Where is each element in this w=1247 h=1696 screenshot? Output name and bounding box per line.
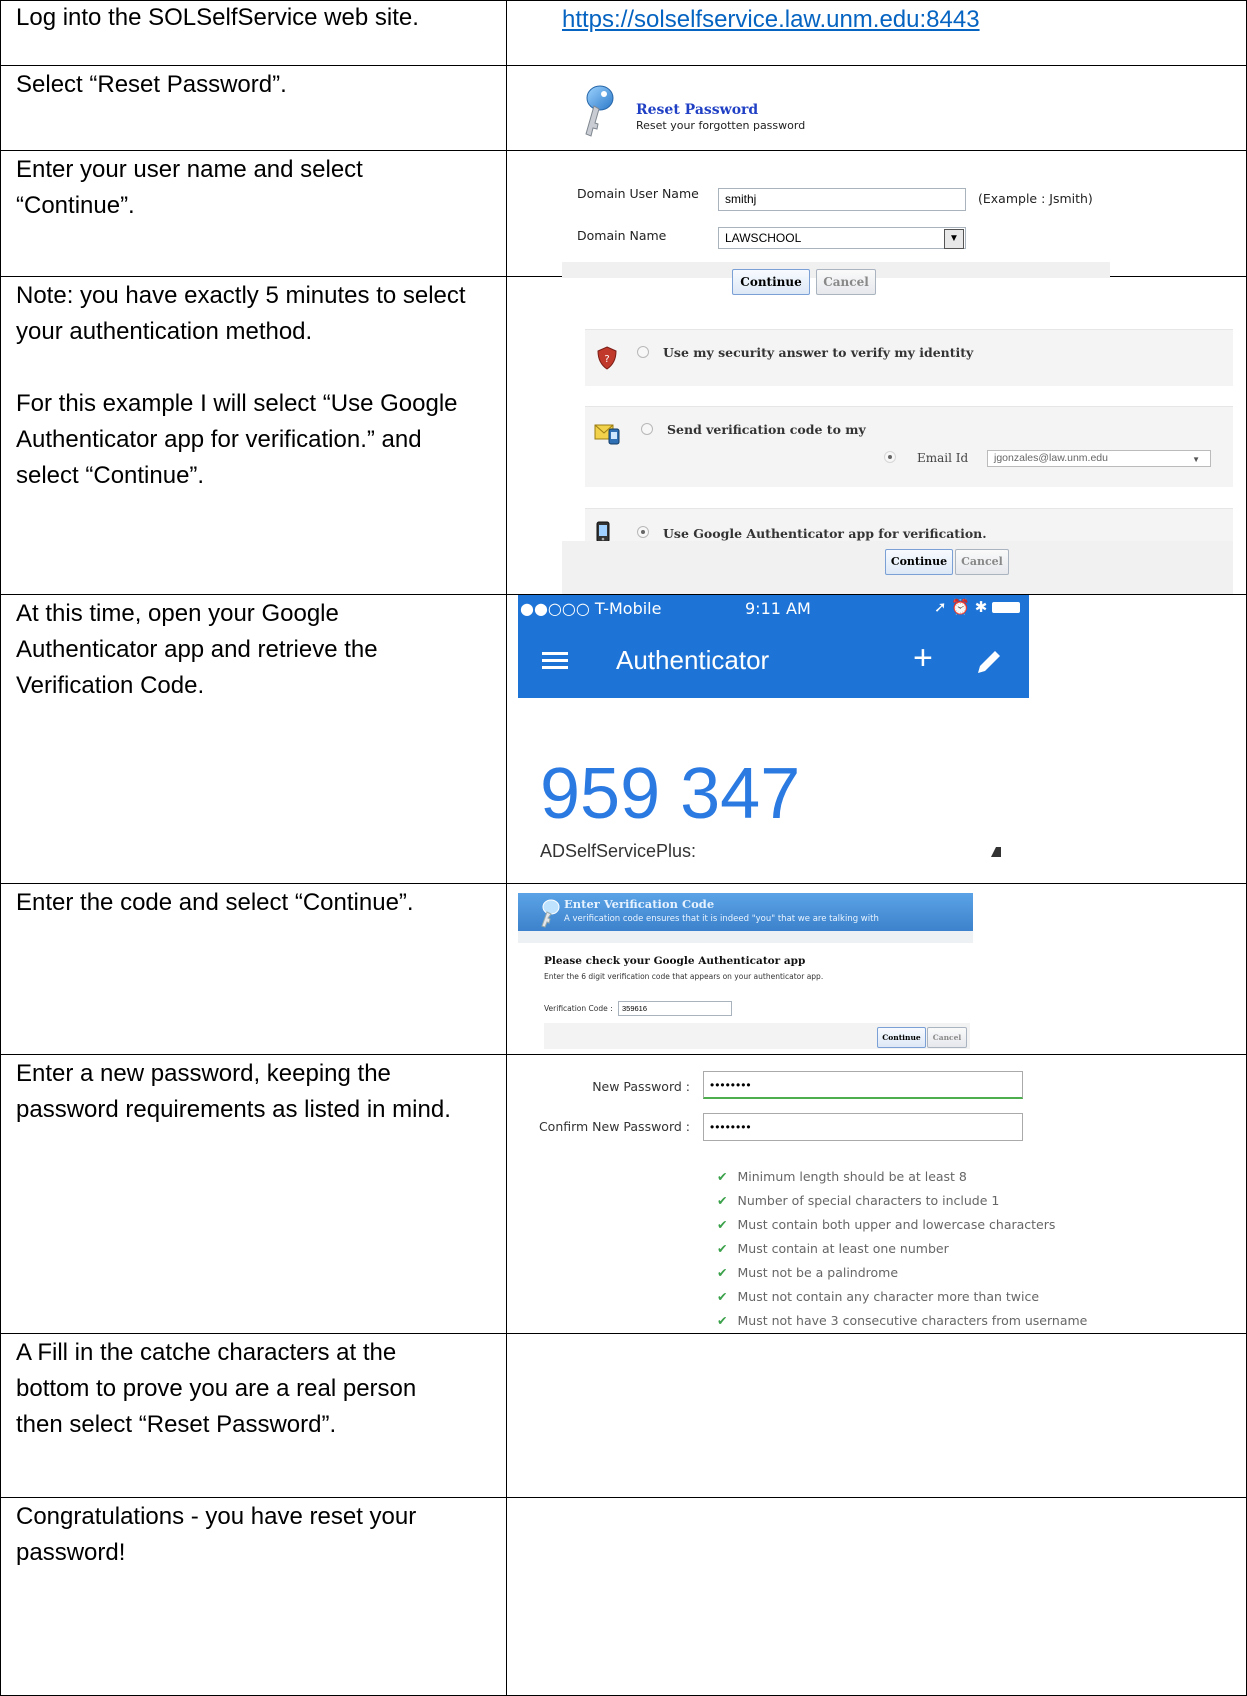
verification-heading: Please check your Google Authenticator a…	[544, 955, 806, 967]
requirement-item: ✔ Must not be a palindrome	[717, 1265, 899, 1280]
auth-option-2-label: Send verification code to my	[667, 422, 866, 437]
carrier-status: ●●○○○ T-Mobile	[520, 599, 662, 618]
requirement-item: ✔ Must not contain any character more tha…	[717, 1289, 1040, 1304]
email-id-value: jgonzales@law.unm.edu	[994, 452, 1108, 464]
step-3-text: Enter your user name and select “Continu…	[16, 156, 363, 219]
verification-code-display: 959 347	[540, 754, 801, 834]
check-icon: ✔	[717, 1193, 728, 1208]
self-service-url-link[interactable]: https://solselfservice.law.unm.edu:8443	[562, 6, 980, 34]
password-requirements-list: ✔ Minimum length should be at least 8 ✔ Nu…	[697, 1161, 1217, 1331]
radio-email-id[interactable]	[884, 451, 896, 463]
step-2-text: Select “Reset Password”.	[16, 71, 287, 98]
battery-icon	[992, 602, 1020, 613]
step-8-text: A Fill in the catche characters at the b…	[16, 1339, 417, 1438]
status-icons: ➚ ⏰ ✱	[934, 598, 988, 616]
new-password-input[interactable]: ••••••••	[703, 1071, 1023, 1099]
username-example: (Example : Jsmith)	[978, 191, 1093, 206]
svg-text:?: ?	[604, 354, 609, 365]
authenticator-phone-screenshot: ●●○○○ T-Mobile 9:11 AM ➚ ⏰ ✱ Authenticat…	[518, 595, 1029, 883]
check-icon: ✔	[717, 1217, 728, 1232]
hamburger-menu-icon[interactable]	[542, 652, 568, 670]
domain-user-name-label: Domain User Name	[577, 186, 699, 201]
requirement-item: ✔ Minimum length should be at least 8	[717, 1169, 967, 1184]
timer-icon	[991, 847, 1001, 857]
radio-send-code[interactable]	[641, 423, 653, 435]
chevron-down-icon: ▼	[1192, 455, 1200, 464]
reset-password-subtitle: Reset your forgotten password	[636, 119, 806, 132]
auth-continue-button[interactable]: Continue	[885, 549, 953, 575]
email-id-select[interactable]: jgonzales@law.unm.edu ▼	[987, 450, 1211, 467]
domain-name-value: LAWSCHOOL	[725, 231, 802, 245]
new-password-label: New Password :	[592, 1079, 690, 1094]
app-bar: ●●○○○ T-Mobile 9:11 AM ➚ ⏰ ✱ Authenticat…	[518, 595, 1029, 698]
check-icon: ✔	[717, 1169, 728, 1184]
reset-password-option[interactable]: Reset Password Reset your forgotten pass…	[580, 84, 980, 146]
verification-header-subtitle: A verification code ensures that it is i…	[564, 914, 879, 924]
edit-pencil-icon[interactable]	[974, 647, 1004, 677]
verification-code-input[interactable]: 359616	[618, 1001, 732, 1016]
requirement-item: ✔ Must not have 3 consecutive characters …	[717, 1313, 1088, 1328]
mobile-phone-icon	[596, 521, 610, 543]
verification-continue-button[interactable]: Continue	[877, 1027, 926, 1048]
verification-form: Enter Verification Code A verification c…	[518, 893, 973, 1050]
step-1-text: Log into the SOLSelfService web site.	[16, 4, 419, 31]
reset-password-title: Reset Password	[636, 102, 759, 118]
requirement-item: ✔ Must contain at least one number	[717, 1241, 949, 1256]
check-icon: ✔	[717, 1313, 728, 1328]
auth-cancel-button[interactable]: Cancel	[955, 549, 1009, 575]
email-phone-icon	[594, 424, 620, 445]
auth-option-send-code[interactable]: Send verification code to my Email Id jg…	[585, 406, 1233, 487]
email-id-label: Email Id	[917, 451, 969, 465]
radio-security-answer[interactable]	[637, 346, 649, 358]
step-9-text: Congratulations - you have reset your pa…	[16, 1503, 417, 1566]
requirement-item: ✔ Number of special characters to include…	[717, 1193, 1000, 1208]
confirm-password-label: Confirm New Password :	[538, 1119, 690, 1134]
chevron-down-icon[interactable]: ▼	[944, 229, 964, 249]
shield-icon: ?	[597, 346, 617, 370]
cancel-button[interactable]: Cancel	[816, 269, 876, 295]
verification-header-title: Enter Verification Code	[564, 897, 715, 911]
domain-name-select[interactable]: LAWSCHOOL ▼	[718, 227, 966, 249]
account-name: ADSelfServicePlus:	[540, 841, 697, 861]
step-4-text: Note: you have exactly 5 minutes to sele…	[16, 282, 466, 489]
auth-option-3-label: Use Google Authenticator app for verific…	[663, 526, 987, 541]
check-icon: ✔	[717, 1241, 728, 1256]
key-icon	[585, 85, 614, 137]
clock-time: 9:11 AM	[745, 599, 811, 618]
table-column-divider	[506, 0, 507, 1696]
verification-header: Enter Verification Code A verification c…	[518, 893, 973, 931]
requirement-item: ✔ Must contain both upper and lowercase c…	[717, 1217, 1056, 1232]
step-6-text: Enter the code and select “Continue”.	[16, 889, 414, 916]
check-icon: ✔	[717, 1289, 728, 1304]
continue-button[interactable]: Continue	[732, 269, 810, 295]
check-icon: ✔	[717, 1265, 728, 1280]
app-title: Authenticator	[616, 645, 770, 675]
domain-user-name-input[interactable]: smithj	[718, 188, 966, 211]
auth-option-security-answer[interactable]: ? Use my security answer to verify my id…	[585, 329, 1233, 386]
new-password-form: New Password : •••••••• Confirm New Pass…	[507, 1055, 1246, 1332]
radio-google-authenticator[interactable]	[637, 526, 649, 538]
verification-instruction: Enter the 6 digit verification code that…	[544, 972, 824, 981]
domain-name-label: Domain Name	[577, 228, 667, 243]
confirm-password-input[interactable]: ••••••••	[703, 1113, 1023, 1141]
verification-cancel-button[interactable]: Cancel	[927, 1027, 967, 1048]
step-7-text: Enter a new password, keeping the passwo…	[16, 1060, 451, 1123]
add-icon[interactable]: +	[913, 639, 933, 678]
auth-option-1-label: Use my security answer to verify my iden…	[663, 345, 974, 360]
verification-code-label: Verification Code :	[544, 1004, 613, 1013]
login-form: Domain User Name smithj (Example : Jsmit…	[562, 168, 1110, 295]
table-border-left	[0, 0, 1, 1696]
key-icon	[541, 899, 560, 928]
step-5-text: At this time, open your Google Authentic…	[16, 600, 378, 699]
